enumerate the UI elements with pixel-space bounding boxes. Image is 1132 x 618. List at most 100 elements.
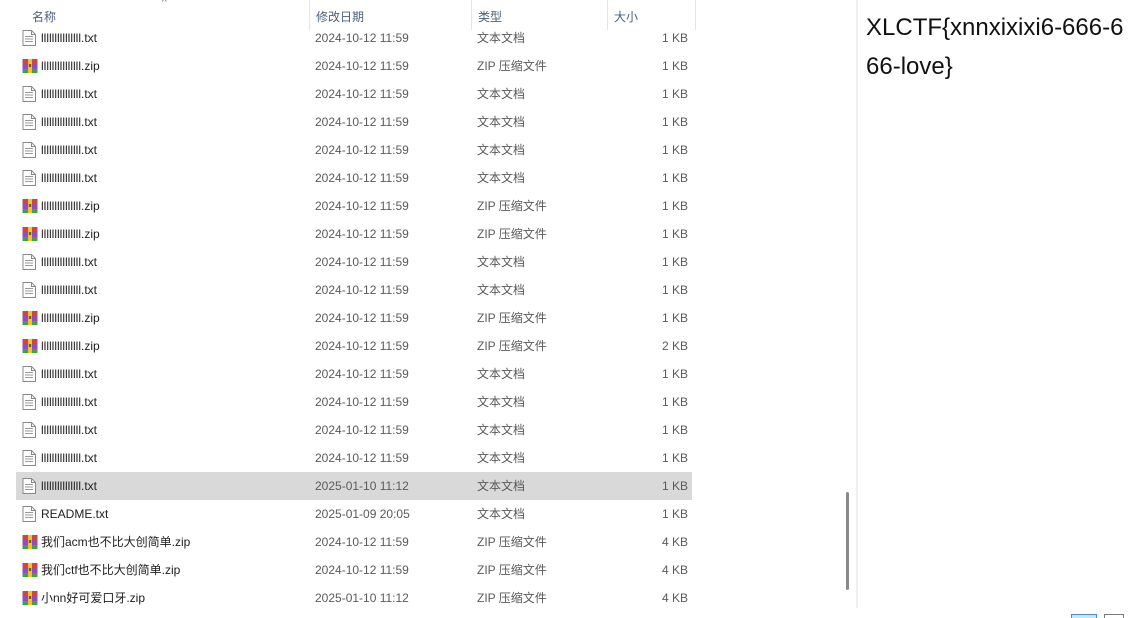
file-modified-date: 2024-10-12 11:59 [315,171,409,185]
file-modified-date: 2024-10-12 11:59 [315,395,409,409]
text-file-icon [22,478,36,494]
file-size: 1 KB [661,311,688,325]
file-row[interactable]: lllllllllllllll.txt 2024-10-12 11:59 文本文档 1… [16,164,692,192]
file-name: 我们acm也不比大创简单.zip [41,535,191,549]
file-name: lllllllllllllll.txt [41,451,97,465]
file-size: 1 KB [661,255,688,269]
file-modified-date: 2024-10-12 11:59 [315,115,409,129]
file-size: 1 KB [661,199,688,213]
preview-pane: XLCTF{xnnxixixi6-666-666-love} [858,0,1132,608]
file-modified-date: 2024-10-12 11:59 [315,451,409,465]
zip-archive-icon [22,590,38,606]
file-row[interactable]: lllllllllllllll.txt 2024-10-12 11:59 文本文档 1… [16,24,692,52]
file-modified-date: 2024-10-12 11:59 [315,143,409,157]
file-name: lllllllllllllll.txt [41,31,97,45]
file-type: 文本文档 [477,451,526,465]
file-row[interactable]: lllllllllllllll.txt 2024-10-12 11:59 文本文档 1… [16,136,692,164]
file-size: 1 KB [661,451,688,465]
file-name: lllllllllllllll.txt [41,255,97,269]
file-modified-date: 2024-10-12 11:59 [315,339,409,353]
file-row[interactable]: lllllllllllllll.txt 2024-10-12 11:59 文本文档 1… [16,416,692,444]
text-file-icon [22,422,36,438]
file-row[interactable]: lllllllllllllll.txt 2024-10-12 11:59 文本文档 1… [16,360,692,388]
file-row[interactable]: lllllllllllllll.zip 2024-10-12 11:59 ZIP 压… [16,304,692,332]
file-row[interactable]: lllllllllllllll.txt 2024-10-12 11:59 文本文档 1… [16,248,692,276]
status-bar [0,608,1132,618]
file-size: 1 KB [661,507,688,521]
file-modified-date: 2024-10-12 11:59 [315,59,409,73]
file-row[interactable]: lllllllllllllll.txt 2025-01-10 11:12 文本文档 1… [16,472,692,500]
file-row[interactable]: 我们acm也不比大创简单.zip 2024-10-12 11:59 ZIP 压缩文件… [16,528,692,556]
file-type: 文本文档 [477,395,526,409]
file-modified-date: 2024-10-12 11:59 [315,199,409,213]
vertical-scrollbar[interactable] [840,0,854,608]
file-type: 文本文档 [477,423,526,437]
preview-text: XLCTF{xnnxixixi6-666-666-love} [866,14,1124,80]
file-size: 2 KB [661,339,688,353]
file-type: ZIP 压缩文件 [477,311,547,325]
file-name: lllllllllllllll.txt [41,171,97,185]
file-row[interactable]: lllllllllllllll.txt 2024-10-12 11:59 文本文档 1… [16,388,692,416]
file-name: lllllllllllllll.txt [41,143,97,157]
large-icons-view-button[interactable] [1104,614,1124,618]
file-name: lllllllllllllll.zip [41,59,100,73]
file-type: ZIP 压缩文件 [477,563,547,577]
file-modified-date: 2025-01-10 11:12 [315,591,409,605]
file-row[interactable]: lllllllllllllll.txt 2024-10-12 11:59 文本文档 1… [16,276,692,304]
file-row[interactable]: 我们ctf也不比大创简单.zip 2024-10-12 11:59 ZIP 压缩文件… [16,556,692,584]
file-row[interactable]: lllllllllllllll.zip 2024-10-12 11:59 ZIP 压… [16,332,692,360]
file-type: 文本文档 [477,87,526,101]
file-size: 1 KB [661,143,688,157]
text-file-icon [22,170,36,186]
file-row[interactable]: lllllllllllllll.zip 2024-10-12 11:59 ZIP 压… [16,220,692,248]
file-modified-date: 2025-01-10 11:12 [315,479,409,493]
file-type: 文本文档 [477,255,526,269]
file-type: 文本文档 [477,143,526,157]
file-size: 1 KB [661,395,688,409]
zip-archive-icon [22,534,38,550]
file-row[interactable]: 小nn好可爱口牙.zip 2025-01-10 11:12 ZIP 压缩文件 4 KB [16,584,692,608]
file-name: lllllllllllllll.zip [41,199,100,213]
file-size: 1 KB [661,115,688,129]
details-view-button[interactable] [1071,614,1097,618]
text-file-icon [22,254,36,270]
file-size: 1 KB [661,171,688,185]
zip-archive-icon [22,310,38,326]
file-row[interactable]: lllllllllllllll.txt 2024-10-12 11:59 文本文档 1… [16,80,692,108]
text-file-icon [22,114,36,130]
file-list-pane: ^ 名称 修改日期 类型 大小 lllllllllllllll.txt 2024-… [0,0,856,608]
file-name: lllllllllllllll.zip [41,311,100,325]
file-size: 1 KB [661,227,688,241]
scrollbar-thumb[interactable] [846,492,849,590]
file-type: ZIP 压缩文件 [477,591,547,605]
file-modified-date: 2024-10-12 11:59 [315,535,409,549]
file-modified-date: 2024-10-12 11:59 [315,367,409,381]
file-size: 1 KB [661,59,688,73]
file-row[interactable]: lllllllllllllll.txt 2024-10-12 11:59 文本文档 1… [16,108,692,136]
file-type: ZIP 压缩文件 [477,339,547,353]
file-name: lllllllllllllll.zip [41,227,100,241]
text-file-icon [22,394,36,410]
file-name: 我们ctf也不比大创简单.zip [41,563,181,577]
text-file-icon [22,506,36,522]
file-row[interactable]: lllllllllllllll.zip 2024-10-12 11:59 ZIP 压… [16,52,692,80]
file-type: 文本文档 [477,283,526,297]
file-type: 文本文档 [477,31,526,45]
text-file-icon [22,366,36,382]
zip-archive-icon [22,198,38,214]
file-row[interactable]: lllllllllllllll.zip 2024-10-12 11:59 ZIP 压… [16,192,692,220]
file-modified-date: 2024-10-12 11:59 [315,227,409,241]
file-modified-date: 2025-01-09 20:05 [315,507,410,521]
file-row[interactable]: README.txt 2025-01-09 20:05 文本文档 1 KB [16,500,692,528]
file-type: 文本文档 [477,507,526,521]
file-size: 1 KB [661,367,688,381]
file-modified-date: 2024-10-12 11:59 [315,311,409,325]
file-size: 4 KB [661,591,688,605]
file-modified-date: 2024-10-12 11:59 [315,31,409,45]
file-explorer-window: ^ 名称 修改日期 类型 大小 lllllllllllllll.txt 2024-… [0,0,1132,618]
text-file-icon [22,86,36,102]
text-file-icon [22,282,36,298]
file-row[interactable]: lllllllllllllll.txt 2024-10-12 11:59 文本文档 1… [16,444,692,472]
file-type: ZIP 压缩文件 [477,535,547,549]
file-modified-date: 2024-10-12 11:59 [315,283,409,297]
